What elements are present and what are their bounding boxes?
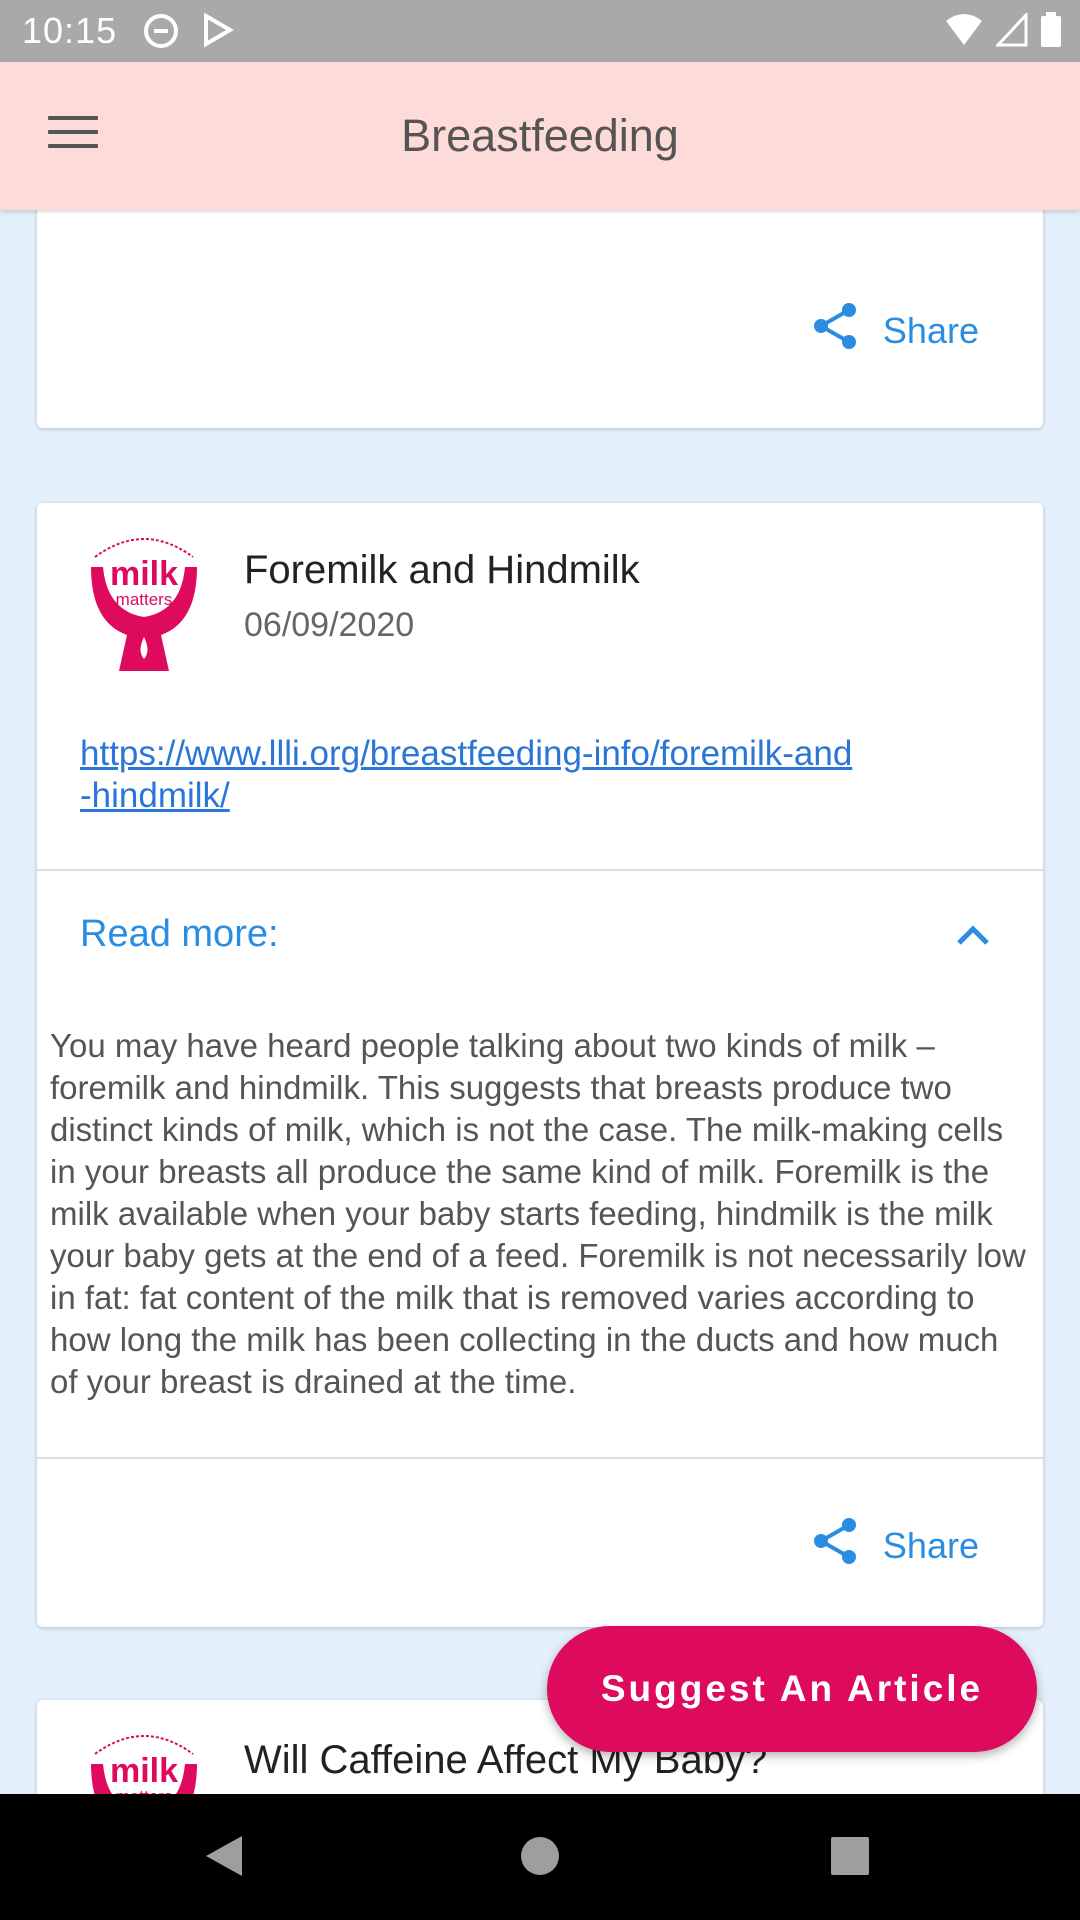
recents-icon[interactable]: [830, 1834, 870, 1883]
article-date: 06/09/2020: [244, 606, 415, 644]
status-bar: 10:15: [0, 0, 1080, 62]
app-bar: Breastfeeding: [0, 62, 1080, 210]
article-link-line1[interactable]: https://www.llli.org/breastfeeding-info/…: [80, 733, 980, 775]
suggest-article-button[interactable]: Suggest An Article: [547, 1626, 1037, 1752]
share-button[interactable]: Share: [809, 1515, 979, 1576]
system-nav-bar: [0, 1794, 1080, 1920]
article-title: Foremilk and Hindmilk: [244, 548, 640, 592]
status-icons: [944, 11, 1062, 53]
svg-text:matters: matters: [116, 590, 173, 609]
milk-matters-logo: milk matters: [81, 527, 207, 677]
back-icon[interactable]: [204, 1834, 244, 1883]
svg-text:milk: milk: [110, 555, 178, 593]
cellular-icon: [994, 11, 1028, 52]
divider: [37, 869, 1043, 871]
article-card-previous: Share: [37, 210, 1043, 428]
article-feed[interactable]: Share milk matters Foremilk and Hindmilk…: [0, 210, 1080, 1794]
do-not-disturb-icon: [142, 12, 180, 55]
share-icon: [809, 1515, 861, 1576]
article-card: milk matters Foremilk and Hindmilk 06/09…: [37, 503, 1043, 1627]
chevron-up-icon[interactable]: [953, 915, 993, 955]
battery-icon: [1040, 12, 1062, 53]
page-title: Breastfeeding: [401, 110, 679, 161]
article-body: You may have heard people talking about …: [50, 1027, 1026, 1400]
status-time: 10:15: [22, 10, 118, 51]
play-store-icon: [200, 12, 236, 53]
divider: [37, 1457, 1043, 1459]
read-more-toggle[interactable]: Read more:: [80, 913, 279, 956]
share-button[interactable]: Share: [809, 300, 979, 361]
article-link-line2[interactable]: -hindmilk/: [80, 775, 980, 817]
svg-text:matters: matters: [116, 1787, 173, 1794]
share-label: Share: [882, 309, 979, 351]
article-link[interactable]: https://www.llli.org/breastfeeding-info/…: [80, 733, 980, 817]
svg-text:milk: milk: [110, 1752, 178, 1790]
share-label: Share: [882, 1524, 979, 1566]
wifi-icon: [944, 13, 984, 52]
share-icon: [809, 300, 861, 361]
home-icon[interactable]: [520, 1834, 560, 1883]
milk-matters-logo: milk matters: [81, 1724, 207, 1794]
